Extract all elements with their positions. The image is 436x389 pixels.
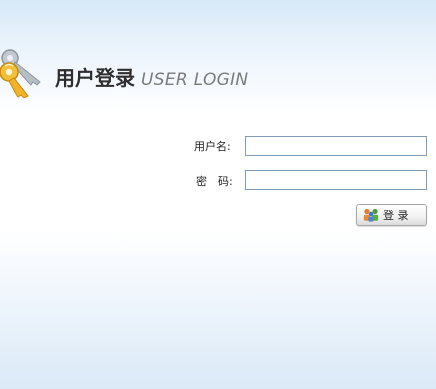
username-input[interactable] — [245, 136, 427, 156]
password-label: 密 码: — [196, 175, 233, 188]
title-chinese: 用户登录 — [55, 66, 135, 90]
key-icon — [0, 49, 41, 98]
title-english: USER LOGIN — [141, 70, 249, 90]
username-label: 用户名: — [194, 140, 231, 153]
login-button[interactable]: 登 录 — [356, 204, 427, 226]
users-icon — [363, 208, 379, 222]
login-page: { "header": { "title_cn": "用户登录", "title… — [0, 0, 436, 389]
login-button-label: 登 录 — [383, 209, 409, 222]
page-title: 用户登录 USER LOGIN — [55, 62, 248, 91]
password-input[interactable] — [245, 170, 427, 190]
